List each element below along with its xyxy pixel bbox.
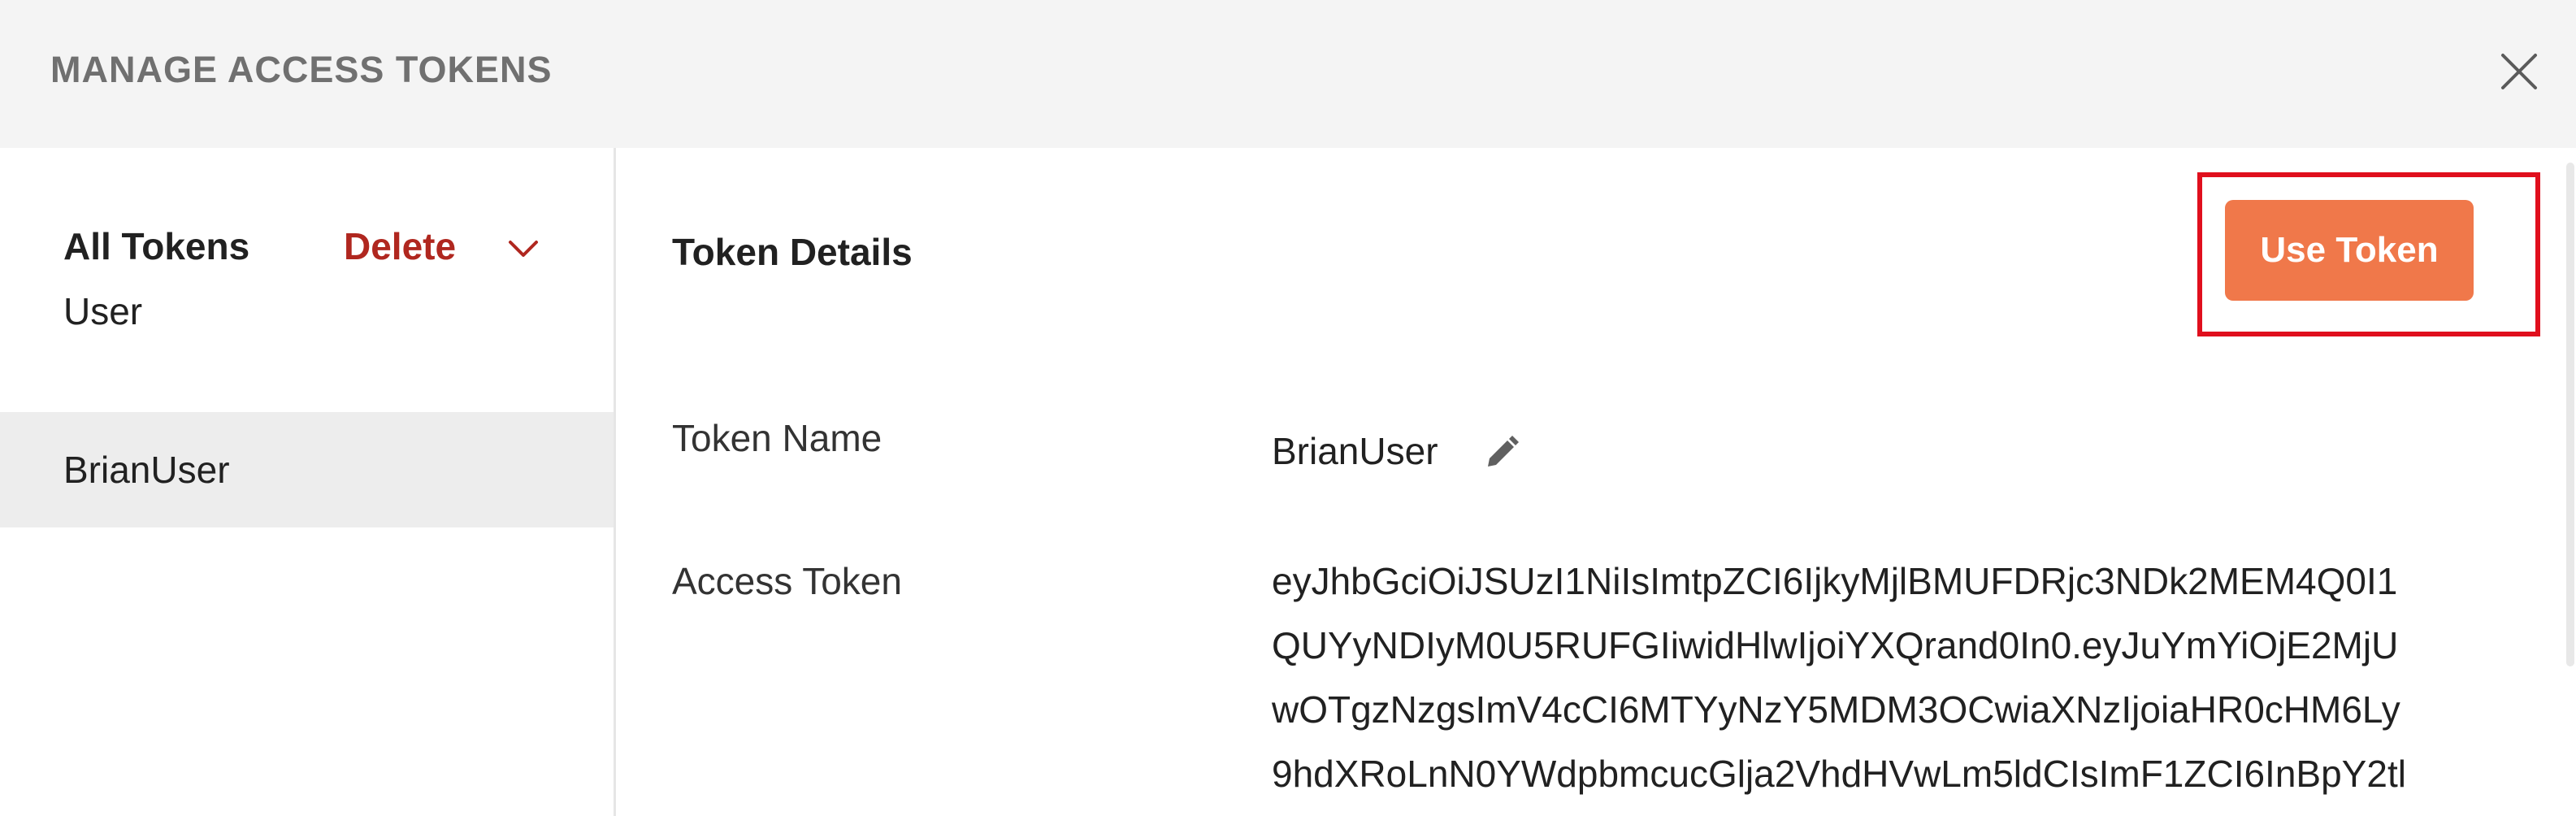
chevron-down-icon — [509, 241, 538, 257]
access-token-label: Access Token — [672, 560, 902, 602]
access-token-line: eyJhbGciOiJSUzI1NiIsImtpZCI6IjkyMjlBMUFD… — [1272, 560, 2398, 602]
token-details-heading: Token Details — [672, 231, 913, 273]
manage-access-tokens-dialog: MANAGE ACCESS TOKENS All Tokens Delete U… — [0, 0, 2576, 816]
token-name-value: BrianUser — [1272, 430, 1438, 472]
close-button[interactable] — [2493, 46, 2545, 98]
sidebar-item-user[interactable]: User — [0, 270, 614, 384]
sidebar-item-label: BrianUser — [63, 449, 230, 491]
token-details-panel: Token Details Use Token Token Name Brian… — [618, 148, 2576, 816]
token-name-label: Token Name — [672, 417, 883, 459]
access-token-line: wOTgzNzgsImV4cCI6MTYyNzY5MDM3OCwiaXNzIjo… — [1272, 688, 2400, 731]
use-token-button[interactable]: Use Token — [2225, 200, 2474, 301]
sidebar-item-brianuser[interactable]: BrianUser — [0, 412, 614, 527]
access-token-line: 9hdXRoLnN0YWdpbmcucGlja2VhdHVwLm5ldCIsIm… — [1272, 753, 2406, 795]
access-token-line: QUYyNDIyM0U5RUFGIiwidHlwIjoiYXQrand0In0.… — [1272, 624, 2399, 666]
delete-button[interactable]: Delete — [344, 225, 456, 267]
scrollbar-thumb[interactable] — [2566, 163, 2574, 666]
pencil-icon — [1488, 436, 1519, 467]
close-icon — [2501, 54, 2537, 89]
sidebar-item-label: User — [63, 290, 143, 332]
dialog-header: MANAGE ACCESS TOKENS — [0, 0, 2576, 148]
dialog-title: MANAGE ACCESS TOKENS — [50, 49, 553, 90]
edit-token-name-button[interactable] — [1481, 432, 1522, 473]
all-tokens-heading: All Tokens — [63, 225, 250, 267]
tokens-sidebar: All Tokens Delete User BrianUser — [0, 148, 616, 816]
delete-options-dropdown[interactable] — [504, 229, 543, 268]
